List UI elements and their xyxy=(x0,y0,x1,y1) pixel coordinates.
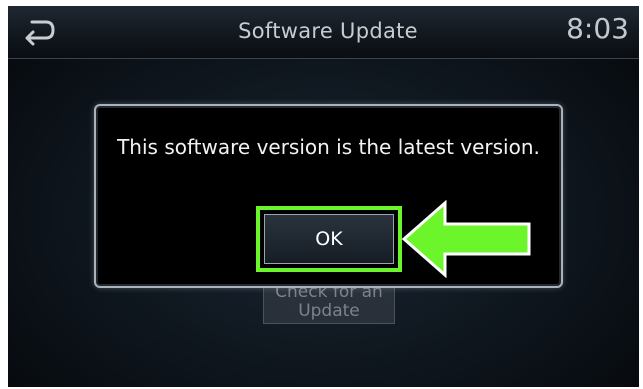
check-for-update-label-line2: Update xyxy=(298,301,360,321)
left-arrow-icon xyxy=(401,200,533,278)
page-title: Software Update xyxy=(238,19,418,43)
clock: 8:03 xyxy=(566,12,629,45)
header-bar: Software Update 8:03 xyxy=(8,6,639,59)
display-screen: Software Update 8:03 Check for an Update… xyxy=(8,6,639,387)
back-arrow-icon xyxy=(25,20,55,46)
ok-button[interactable]: OK xyxy=(264,214,394,264)
back-button[interactable] xyxy=(20,14,60,50)
screenshot-frame: Software Update 8:03 Check for an Update… xyxy=(0,0,643,389)
dialog-message: This software version is the latest vers… xyxy=(117,135,540,159)
